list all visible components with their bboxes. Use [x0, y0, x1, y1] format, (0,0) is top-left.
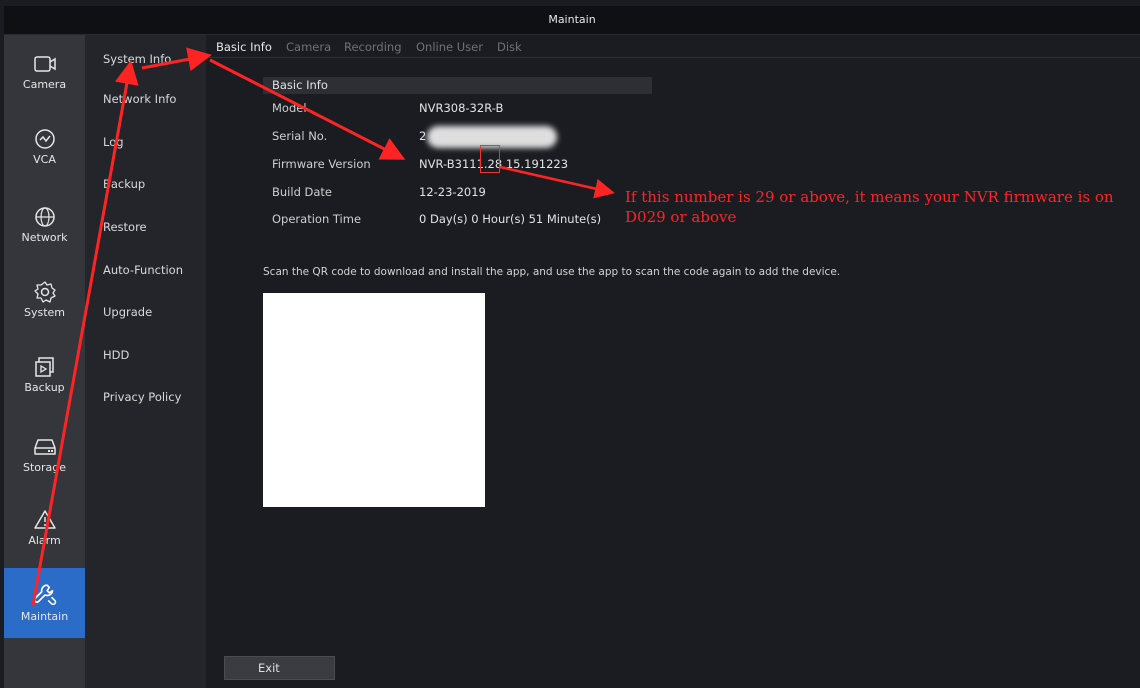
wrench-icon: [33, 584, 56, 606]
nav-network[interactable]: Network: [4, 205, 85, 275]
sidebar-item-backup[interactable]: Backup: [103, 177, 145, 191]
backup-icon: [34, 357, 54, 377]
nav-label: Maintain: [20, 610, 69, 623]
sidebar-item-system-info[interactable]: System Info: [103, 52, 171, 66]
info-key: Firmware Version: [272, 157, 371, 171]
nav-label: VCA: [33, 153, 56, 166]
info-value: 2: [419, 129, 427, 143]
info-key: Operation Time: [272, 212, 362, 226]
nav-backup[interactable]: Backup: [4, 355, 85, 425]
nav-maintain[interactable]: Maintain: [4, 568, 85, 638]
info-value: NVR308-32R-B: [419, 101, 504, 115]
alarm-icon: [33, 510, 56, 529]
sidebar-item-restore[interactable]: Restore: [103, 220, 147, 234]
tab-disk[interactable]: Disk: [497, 40, 522, 54]
nav-label: Alarm: [28, 534, 61, 547]
sidebar-item-log[interactable]: Log: [103, 135, 124, 149]
tab-recording[interactable]: Recording: [344, 40, 402, 54]
sidebar-item-upgrade[interactable]: Upgrade: [103, 305, 152, 319]
nav-label: Network: [21, 231, 68, 244]
main-nav: Camera VCA Network System Backup Storage…: [4, 35, 85, 688]
sidebar-item-hdd[interactable]: HDD: [103, 348, 129, 362]
section-heading: Basic Info: [263, 77, 652, 94]
tab-online-user[interactable]: Online User: [416, 40, 483, 54]
nav-storage[interactable]: Storage: [4, 435, 85, 505]
qr-code: [263, 293, 485, 507]
info-key: Model: [272, 101, 307, 115]
nav-label: Camera: [22, 78, 67, 91]
info-row-firmware: Firmware Version NVR-B3111.28.15.191223: [272, 157, 652, 173]
sidebar-item-privacy-policy[interactable]: Privacy Policy: [103, 390, 181, 404]
nav-label: System: [23, 306, 66, 319]
nav-camera[interactable]: Camera: [4, 52, 85, 122]
nav-vca[interactable]: VCA: [4, 127, 85, 197]
info-row-operation-time: Operation Time 0 Day(s) 0 Hour(s) 51 Min…: [272, 212, 652, 228]
maintain-sidebar: System Info Network Info Log Backup Rest…: [85, 35, 206, 688]
qr-instructions: Scan the QR code to download and install…: [263, 266, 841, 278]
globe-icon: [34, 207, 55, 227]
nav-label: Storage: [22, 461, 67, 474]
tab-camera[interactable]: Camera: [286, 40, 331, 54]
info-value: 0 Day(s) 0 Hour(s) 51 Minute(s): [419, 212, 602, 226]
vca-icon: [34, 129, 55, 149]
info-key: Serial No.: [272, 129, 328, 143]
window-title: Maintain: [4, 6, 1140, 35]
storage-icon: [33, 439, 56, 455]
sidebar-item-auto-function[interactable]: Auto-Function: [103, 263, 183, 277]
exit-button[interactable]: Exit: [224, 656, 335, 680]
info-row-serial: Serial No. 2: [272, 126, 652, 148]
gear-icon: [33, 281, 56, 303]
info-value: 12-23-2019: [419, 185, 486, 199]
info-row-model: Model NVR308-32R-B: [272, 101, 652, 117]
nav-system[interactable]: System: [4, 280, 85, 350]
tab-basic-info[interactable]: Basic Info: [216, 40, 272, 54]
annotation-text: If this number is 29 or above, it means …: [625, 188, 1114, 226]
sidebar-item-network-info[interactable]: Network Info: [103, 92, 176, 106]
info-row-build-date: Build Date 12-23-2019: [272, 185, 652, 201]
tab-bar: Basic Info Camera Recording Online User …: [206, 37, 1140, 58]
camera-icon: [33, 56, 56, 72]
version-highlight-box: [480, 145, 500, 173]
info-key: Build Date: [272, 185, 333, 199]
nav-label: Backup: [24, 381, 65, 394]
